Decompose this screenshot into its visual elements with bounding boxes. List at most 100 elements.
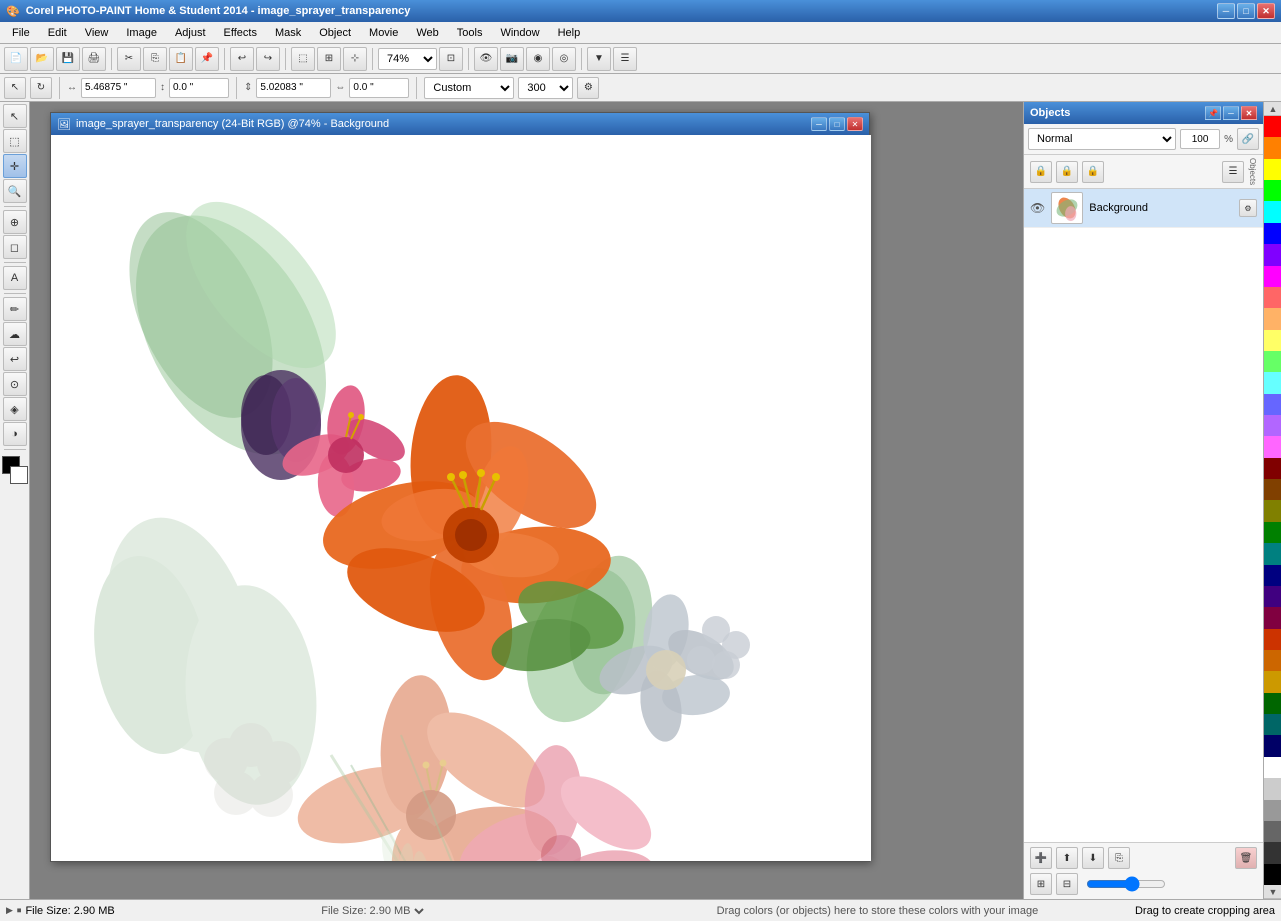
effect-tool-button[interactable]: ◈ bbox=[3, 397, 27, 421]
open-button[interactable]: 📂 bbox=[30, 47, 54, 71]
save-button[interactable]: 💾 bbox=[56, 47, 80, 71]
all-objects-button[interactable]: ☰ bbox=[1222, 161, 1244, 183]
color-swatch-FFB266[interactable] bbox=[1264, 308, 1281, 329]
menu-window[interactable]: Window bbox=[492, 25, 547, 41]
color-swatch-000066[interactable] bbox=[1264, 735, 1281, 756]
menu-file[interactable]: File bbox=[4, 25, 38, 41]
new-button[interactable]: 📄 bbox=[4, 47, 28, 71]
eraser-tool-button[interactable]: ◻ bbox=[3, 235, 27, 259]
opacity-link-button[interactable]: 🔗 bbox=[1237, 128, 1259, 150]
menu-mask[interactable]: Mask bbox=[267, 25, 309, 41]
lock-object-button[interactable]: 🔒 bbox=[1056, 161, 1078, 183]
panel-close-button[interactable]: ✕ bbox=[1241, 106, 1257, 120]
color-swatch-CC3300[interactable] bbox=[1264, 629, 1281, 650]
palette-down-arrow[interactable]: ▼ bbox=[1264, 885, 1281, 899]
custom-select[interactable]: Custom Preset 1 Preset 2 bbox=[424, 77, 514, 99]
menu-adjust[interactable]: Adjust bbox=[167, 25, 214, 41]
close-button[interactable]: ✕ bbox=[1257, 3, 1275, 19]
menu-edit[interactable]: Edit bbox=[40, 25, 75, 41]
image-minimize-button[interactable]: ─ bbox=[811, 117, 827, 131]
color-swatch-800040[interactable] bbox=[1264, 607, 1281, 628]
menu-view[interactable]: View bbox=[77, 25, 117, 41]
menu-web[interactable]: Web bbox=[408, 25, 446, 41]
group-objects-button[interactable]: ⊟ bbox=[1056, 873, 1078, 895]
show-button[interactable]: 👁 bbox=[474, 47, 498, 71]
undo-button[interactable]: ↩ bbox=[230, 47, 254, 71]
object-visibility-icon[interactable]: 👁 bbox=[1030, 201, 1045, 215]
color-swatch-008080[interactable] bbox=[1264, 543, 1281, 564]
palette-up-arrow[interactable]: ▲ bbox=[1264, 102, 1281, 116]
color-swatch-CC6600[interactable] bbox=[1264, 650, 1281, 671]
paste-button[interactable]: 📋 bbox=[169, 47, 193, 71]
menu-tools[interactable]: Tools bbox=[449, 25, 491, 41]
merge-objects-button[interactable]: ⬇ bbox=[1082, 847, 1104, 869]
new-from-background-button[interactable]: ⬆ bbox=[1056, 847, 1078, 869]
menu-help[interactable]: Help bbox=[550, 25, 589, 41]
color-swatch-006666[interactable] bbox=[1264, 714, 1281, 735]
color-swatch-400080[interactable] bbox=[1264, 586, 1281, 607]
paste-special-button[interactable]: 📌 bbox=[195, 47, 219, 71]
opacity-input[interactable] bbox=[1180, 129, 1220, 149]
color-swatch-FFFF66[interactable] bbox=[1264, 330, 1281, 351]
minimize-button[interactable]: ─ bbox=[1217, 3, 1235, 19]
combine-all-button[interactable]: ⊞ bbox=[1030, 873, 1052, 895]
zoom-slider[interactable] bbox=[1086, 878, 1166, 890]
lock-position-button[interactable]: 🔒 bbox=[1082, 161, 1104, 183]
color-swatch-804000[interactable] bbox=[1264, 479, 1281, 500]
redo-button[interactable]: ↪ bbox=[256, 47, 280, 71]
panel-minimize-button[interactable]: ─ bbox=[1223, 106, 1239, 120]
y-input[interactable] bbox=[256, 78, 331, 98]
pick-tool-button[interactable]: ↖ bbox=[3, 104, 27, 128]
cut-button[interactable]: ✂ bbox=[117, 47, 141, 71]
color-swatch-808000[interactable] bbox=[1264, 500, 1281, 521]
spray-options-button[interactable]: ⚙ bbox=[577, 77, 599, 99]
color-swatch-006600[interactable] bbox=[1264, 693, 1281, 714]
background-color[interactable] bbox=[10, 466, 28, 484]
object-background-item[interactable]: 👁 Background ⚙ bbox=[1024, 189, 1263, 228]
toggle-overlay-button[interactable]: ◎ bbox=[552, 47, 576, 71]
copy-button[interactable]: ⎘ bbox=[143, 47, 167, 71]
stop-button[interactable]: ⏹ bbox=[17, 905, 22, 916]
color-swatch-66FFFF[interactable] bbox=[1264, 372, 1281, 393]
color-swatch-00FFFF[interactable] bbox=[1264, 201, 1281, 222]
crop-tool-button[interactable]: ✛ bbox=[3, 154, 27, 178]
color-swatch-66FF66[interactable] bbox=[1264, 351, 1281, 372]
color-swatch-FF0000[interactable] bbox=[1264, 116, 1281, 137]
select-button[interactable]: ⬚ bbox=[291, 47, 315, 71]
color-swatch-FF8000[interactable] bbox=[1264, 137, 1281, 158]
more-btn[interactable]: ▼ bbox=[587, 47, 611, 71]
color-swatch-CC9900[interactable] bbox=[1264, 671, 1281, 692]
color-swatch-333333[interactable] bbox=[1264, 842, 1281, 863]
maximize-button[interactable]: □ bbox=[1237, 3, 1255, 19]
dodge-tool-button[interactable]: ◑ bbox=[3, 422, 27, 446]
color-swatch-800000[interactable] bbox=[1264, 458, 1281, 479]
zoom-tool-button[interactable]: 🔍 bbox=[3, 179, 27, 203]
color-swatch-0000FF[interactable] bbox=[1264, 223, 1281, 244]
text-tool-button[interactable]: A bbox=[3, 266, 27, 290]
color-swatch-B266FF[interactable] bbox=[1264, 415, 1281, 436]
clone-tool-button[interactable]: ⊙ bbox=[3, 372, 27, 396]
zoom-select[interactable]: 25% 50% 74% 100% 150% 200% bbox=[378, 48, 437, 70]
panel-pin-button[interactable]: 📌 bbox=[1205, 106, 1221, 120]
copy-layer-button[interactable]: ⎘ bbox=[1108, 847, 1130, 869]
color-swatch-FFFF00[interactable] bbox=[1264, 159, 1281, 180]
objects-btn[interactable]: ☰ bbox=[613, 47, 637, 71]
transform-button[interactable]: ⊞ bbox=[317, 47, 341, 71]
color-swatch-00FF00[interactable] bbox=[1264, 180, 1281, 201]
menu-movie[interactable]: Movie bbox=[361, 25, 406, 41]
mask-tool-button[interactable]: ⬚ bbox=[3, 129, 27, 153]
color-swatch-CCCCCC[interactable] bbox=[1264, 778, 1281, 799]
color-swatch-FF66FF[interactable] bbox=[1264, 436, 1281, 457]
color-swatch-008000[interactable] bbox=[1264, 522, 1281, 543]
spray-size-select[interactable]: 100 200 300 400 500 bbox=[518, 77, 573, 99]
retouch-button[interactable]: ⊹ bbox=[343, 47, 367, 71]
zoom-fit-button[interactable]: ⊡ bbox=[439, 47, 463, 71]
print-button[interactable]: 🖨 bbox=[82, 47, 106, 71]
delete-layer-button[interactable]: 🗑 bbox=[1235, 847, 1257, 869]
paint-tool-button[interactable]: ✏ bbox=[3, 297, 27, 321]
toggle-mask-button[interactable]: ◉ bbox=[526, 47, 550, 71]
menu-image[interactable]: Image bbox=[118, 25, 165, 41]
object-settings-button[interactable]: ⚙ bbox=[1239, 199, 1257, 217]
lock-transparency-button[interactable]: 🔒 bbox=[1030, 161, 1052, 183]
color-swatch-6666FF[interactable] bbox=[1264, 394, 1281, 415]
